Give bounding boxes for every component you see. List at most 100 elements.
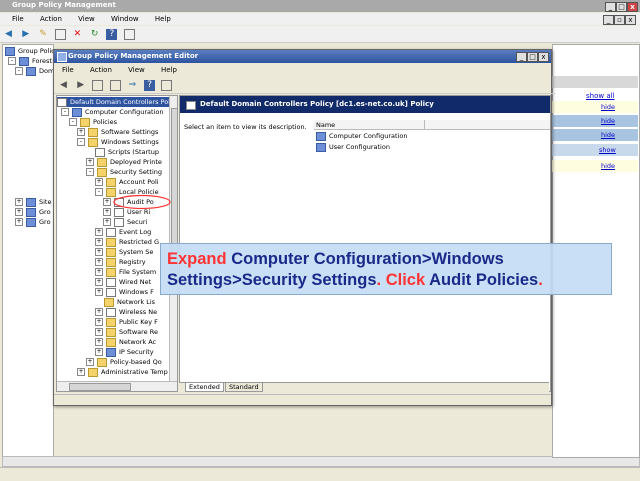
outer-tree-domain[interactable]: - Dom — [15, 66, 54, 76]
list-item-computer-configuration[interactable]: Computer Configuration — [316, 131, 407, 141]
hide-link-3[interactable]: hide — [601, 131, 615, 139]
editor-help-icon[interactable]: ? — [144, 79, 156, 91]
tree-software-settings[interactable]: + Software Settings — [77, 127, 158, 137]
tree-file-system[interactable]: + File System — [95, 267, 156, 277]
tab-extended[interactable]: Extended — [185, 383, 224, 392]
tree-registry[interactable]: + Registry — [95, 257, 146, 267]
refresh-icon[interactable]: ↻ — [89, 29, 100, 40]
outer-inner-minimize[interactable]: _ — [603, 15, 614, 25]
description-text: Select an item to view its description. — [184, 123, 307, 131]
tree-restricted-groups[interactable]: + Restricted G — [95, 237, 159, 247]
outer-menu-file[interactable]: File — [12, 15, 24, 23]
outer-menu-view[interactable]: View — [78, 15, 95, 23]
editor-menu-help[interactable]: Help — [161, 66, 177, 74]
outer-maximize-button[interactable]: □ — [616, 2, 627, 12]
callout-click-word: Click — [385, 271, 426, 289]
editor-menu-file[interactable]: File — [62, 66, 74, 74]
tree-security-settings[interactable]: - Security Setting — [86, 167, 162, 177]
editor-menu-action[interactable]: Action — [90, 66, 112, 74]
outer-tree-group-2[interactable]: + Gro — [15, 217, 51, 227]
show-hide-tree-icon[interactable] — [54, 28, 66, 40]
outer-tree-sites[interactable]: + Site — [15, 197, 51, 207]
editor-back-icon[interactable]: ◀ — [58, 80, 69, 91]
editor-export-icon[interactable]: ⇒ — [127, 80, 138, 91]
hide-link-4[interactable]: hide — [601, 162, 615, 170]
outer-menu-window[interactable]: Window — [111, 15, 139, 23]
editor-properties-icon[interactable] — [161, 79, 173, 91]
back-icon[interactable]: ◀ — [3, 29, 14, 40]
hide-link-1[interactable]: hide — [601, 103, 615, 111]
printer-icon — [97, 157, 107, 167]
editor-show-tree-icon[interactable] — [109, 79, 121, 91]
script-icon — [95, 147, 105, 157]
editor-minimize-button[interactable]: _ — [516, 52, 527, 62]
outer-menu-help[interactable]: Help — [155, 15, 171, 23]
outer-menu-action[interactable]: Action — [40, 15, 62, 23]
editor-menu-view[interactable]: View — [128, 66, 145, 74]
tree-public-key[interactable]: + Public Key F — [95, 317, 158, 327]
editor-tree-root[interactable]: Default Domain Controllers Polic — [57, 97, 175, 107]
outer-inner-close[interactable]: x — [625, 15, 636, 25]
outer-row-5 — [552, 160, 638, 172]
editor-forward-icon[interactable]: ▶ — [75, 80, 86, 91]
tree-scripts[interactable]: Scripts (Startup — [95, 147, 159, 157]
hscroll-thumb[interactable] — [69, 383, 131, 391]
domain-icon — [26, 66, 36, 76]
view-tabs: Extended Standard — [179, 382, 549, 393]
tree-computer-configuration[interactable]: - Computer Configuration — [61, 107, 163, 117]
outer-inner-restore[interactable]: ▫ — [614, 15, 625, 25]
outer-title-bar: Group Policy Management _ □ x — [0, 0, 640, 12]
outer-tree-root[interactable]: Group Policy — [5, 46, 59, 56]
properties-icon[interactable] — [123, 28, 135, 40]
outer-close-button[interactable]: x — [627, 2, 638, 12]
editor-tree-hscrollbar[interactable] — [57, 381, 177, 391]
outer-row-2 — [552, 115, 638, 127]
folder-icon — [104, 297, 114, 307]
show-all-link[interactable]: show all — [586, 92, 615, 100]
tree-administrative-templates[interactable]: + Administrative Temp — [77, 367, 168, 377]
editor-up-icon[interactable] — [92, 79, 104, 91]
tab-standard[interactable]: Standard — [225, 383, 263, 392]
tree-windows-firewall[interactable]: + Windows F — [95, 287, 154, 297]
editor-tree-vscrollbar[interactable] — [169, 96, 177, 381]
tree-windows-settings[interactable]: - Windows Settings — [77, 137, 159, 147]
instruction-callout: Expand Computer Configuration>Windows Se… — [160, 243, 612, 295]
tree-event-log[interactable]: + Event Log — [95, 227, 151, 237]
tree-system-services[interactable]: + System Se — [95, 247, 153, 257]
forward-icon[interactable]: ▶ — [20, 29, 31, 40]
outer-minimize-button[interactable]: _ — [605, 2, 616, 12]
folder-icon — [88, 137, 98, 147]
tree-security-options[interactable]: + Securi — [103, 217, 147, 227]
folder-icon — [106, 317, 116, 327]
outer-tree-group-1[interactable]: + Gro — [15, 207, 51, 217]
delete-icon[interactable]: ✕ — [72, 29, 83, 40]
tree-account-policies[interactable]: + Account Poli — [95, 177, 159, 187]
editor-title-bar: Group Policy Management Editor _ □ x — [54, 50, 551, 63]
tree-wired-network[interactable]: + Wired Net — [95, 277, 151, 287]
tree-policies[interactable]: - Policies — [69, 117, 117, 127]
editor-window: Group Policy Management Editor _ □ x Fil… — [53, 49, 555, 406]
list-column-header[interactable]: Name — [314, 120, 550, 130]
outer-hscrollbar[interactable] — [2, 456, 640, 467]
show-link[interactable]: show — [599, 146, 616, 154]
folder-icon — [106, 267, 116, 277]
tree-network-list[interactable]: Network Lis — [104, 297, 155, 307]
tree-wireless-network[interactable]: + Wireless Ne — [95, 307, 157, 317]
hide-link-2[interactable]: hide — [601, 117, 615, 125]
outer-menu-bar: File Action View Window Help _ ▫ x — [0, 13, 640, 25]
folder-icon — [106, 257, 116, 267]
folder-icon — [80, 117, 90, 127]
list-item-user-configuration[interactable]: User Configuration — [316, 142, 390, 152]
tree-policy-based-qos[interactable]: + Policy-based Qo — [86, 357, 162, 367]
tree-software-restriction[interactable]: + Software Re — [95, 327, 158, 337]
tree-deployed-printers[interactable]: + Deployed Printe — [86, 157, 162, 167]
editor-close-button[interactable]: x — [538, 52, 549, 62]
outer-tree-forest[interactable]: - Forest: — [8, 56, 54, 66]
help-icon[interactable]: ? — [106, 28, 118, 40]
editor-status-bar — [54, 394, 551, 405]
new-gpo-icon[interactable]: ✎ — [37, 29, 48, 40]
editor-maximize-button[interactable]: □ — [527, 52, 538, 62]
outer-tree-pane: Group Policy - Forest: - Dom + Site + Gro + G… — [2, 44, 59, 466]
tree-ip-security[interactable]: + IP Security — [95, 347, 154, 357]
tree-network-access[interactable]: + Network Ac — [95, 337, 156, 347]
